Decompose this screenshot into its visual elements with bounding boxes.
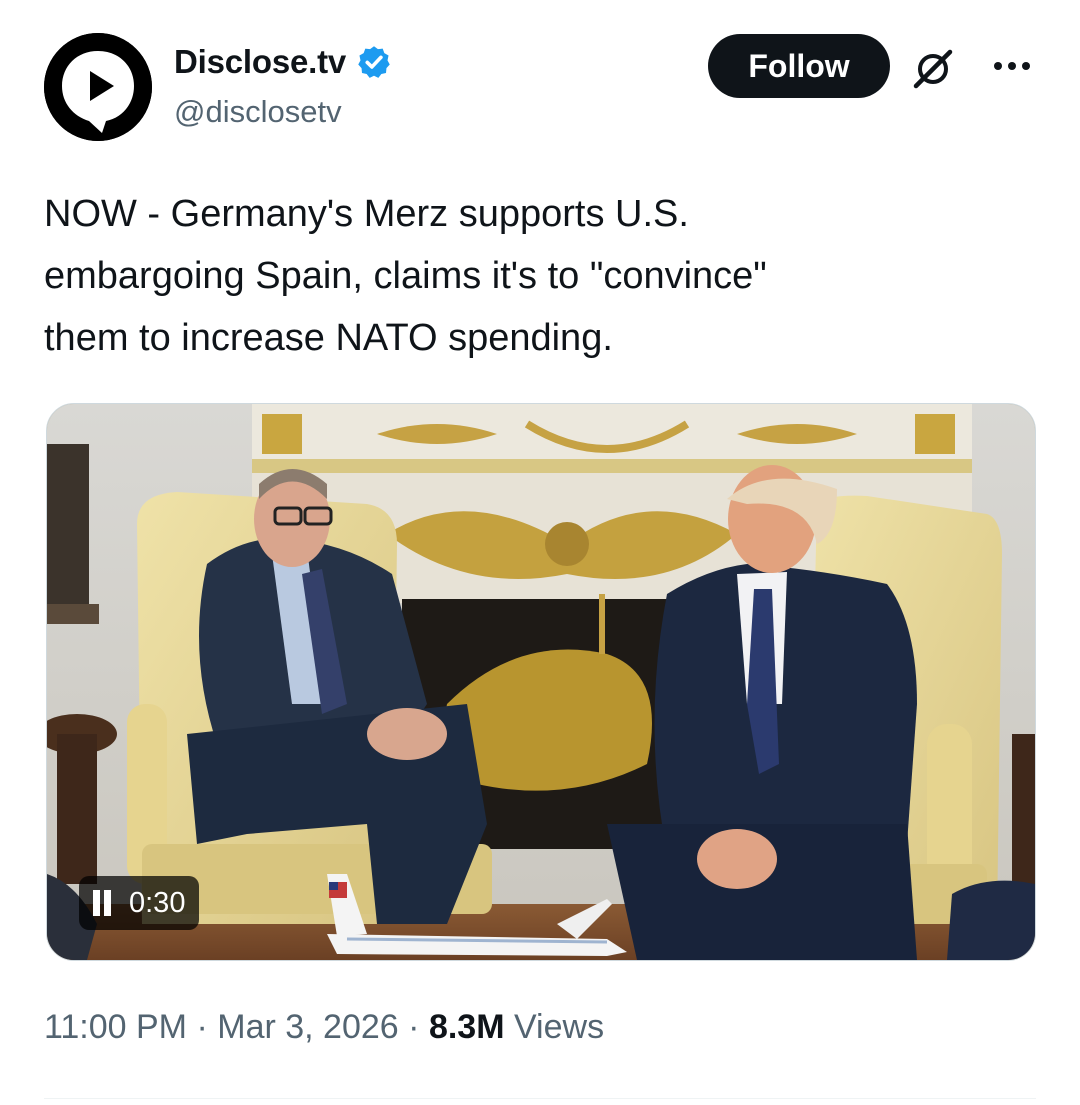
divider — [44, 1098, 1036, 1099]
tweet-text: NOW - Germany's Merz supports U.S. embar… — [44, 193, 767, 359]
video-playback-control[interactable]: 0:30 — [79, 876, 200, 930]
video-frame — [47, 404, 1035, 960]
post-header: Disclose.tv @disclosetv Follow — [44, 30, 1044, 142]
author-handle[interactable]: @disclosetv — [174, 94, 342, 130]
post-date[interactable]: Mar 3, 2026 — [217, 1008, 398, 1047]
views-label[interactable]: Views — [514, 1008, 604, 1047]
more-dots-icon[interactable] — [992, 56, 1032, 76]
pause-icon[interactable] — [91, 890, 113, 916]
video-player[interactable]: 0:30 — [46, 403, 1036, 961]
meta-separator: · — [196, 1008, 208, 1046]
follow-button[interactable]: Follow — [708, 34, 890, 98]
verified-badge-icon — [358, 46, 390, 78]
grok-slash-icon[interactable] — [910, 46, 956, 92]
meta-separator: · — [408, 1008, 420, 1046]
post-meta: 11:00 PM · Mar 3, 2026 · 8.3M Views — [44, 1008, 604, 1047]
author-name-row[interactable]: Disclose.tv — [174, 42, 392, 82]
video-time: 0:30 — [129, 886, 186, 919]
post-time[interactable]: 11:00 PM — [44, 1008, 187, 1047]
author-avatar[interactable] — [44, 33, 152, 141]
views-count[interactable]: 8.3M — [429, 1008, 505, 1047]
play-speech-bubble-logo-icon — [44, 33, 152, 141]
author-display-name[interactable]: Disclose.tv — [174, 43, 346, 81]
